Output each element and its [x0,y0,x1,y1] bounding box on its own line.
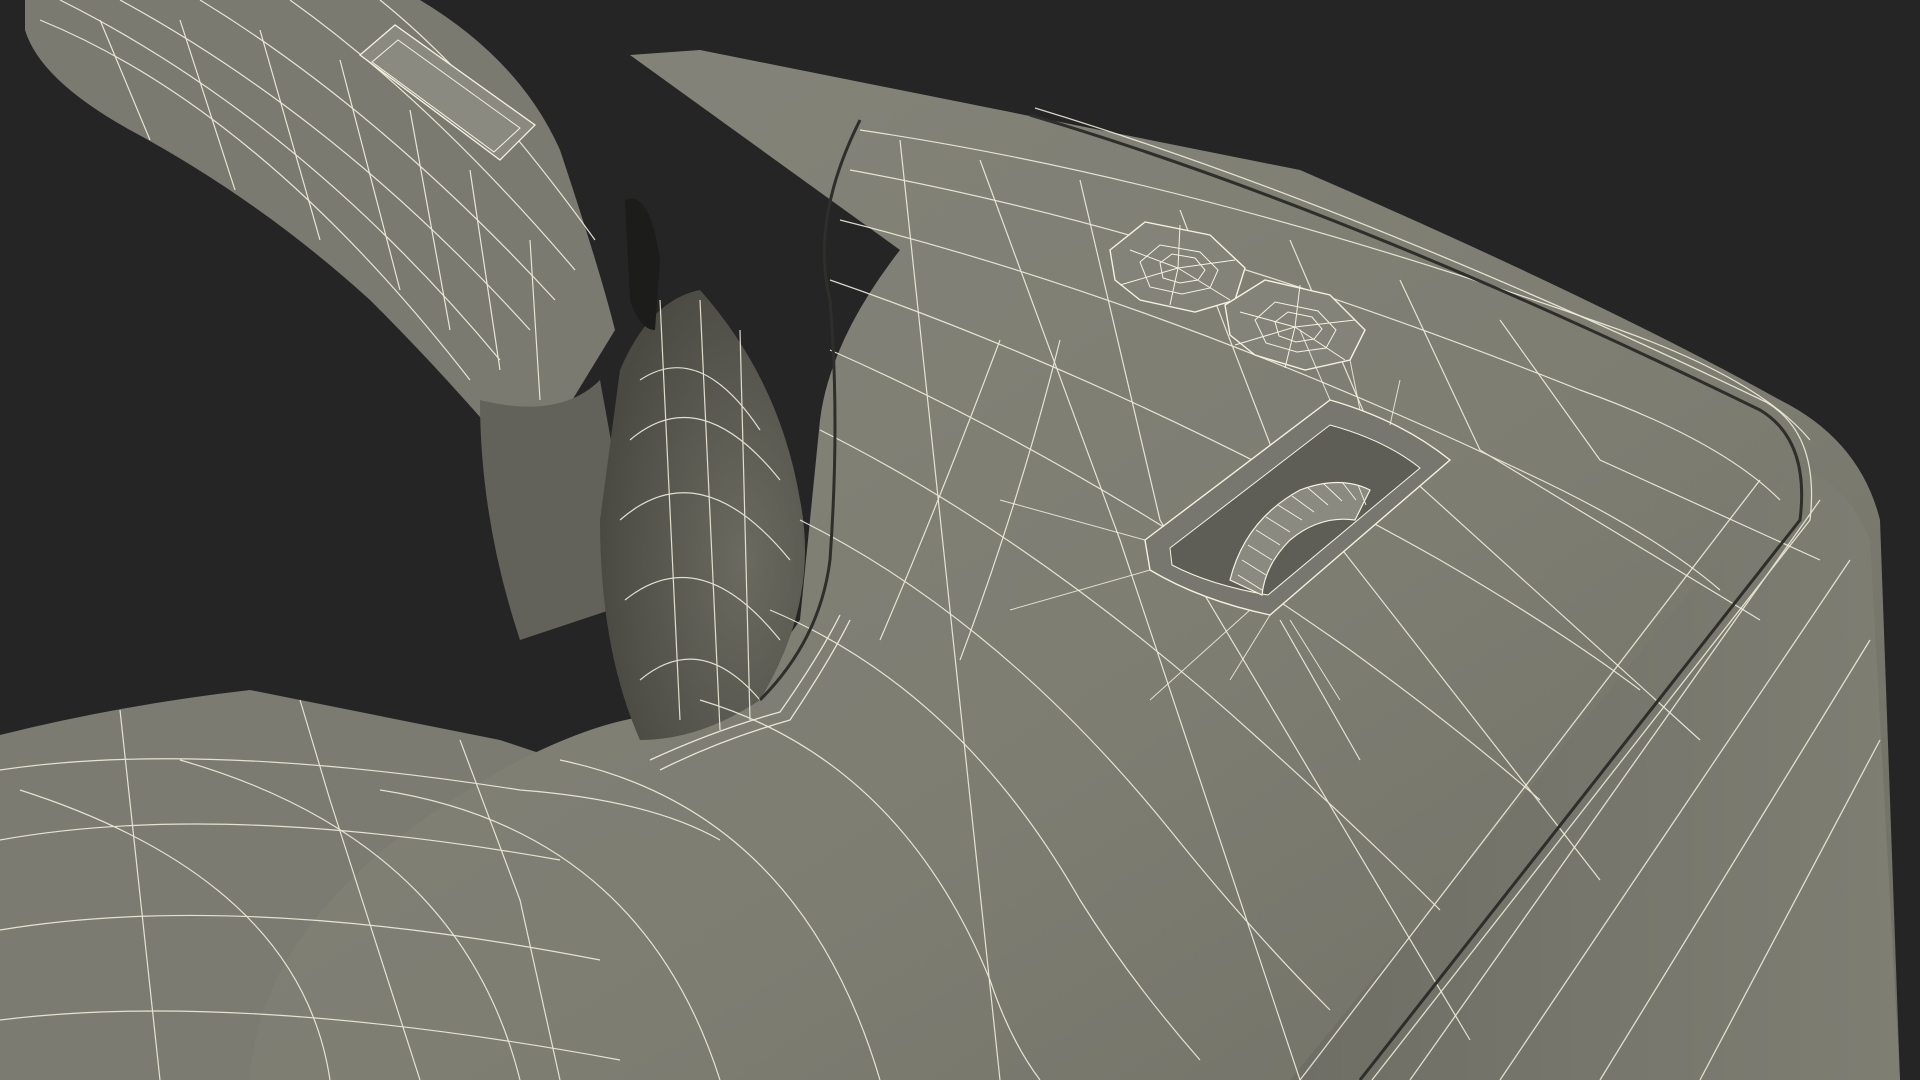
render-viewport [0,0,1920,1080]
wireframe-render [0,0,1920,1080]
